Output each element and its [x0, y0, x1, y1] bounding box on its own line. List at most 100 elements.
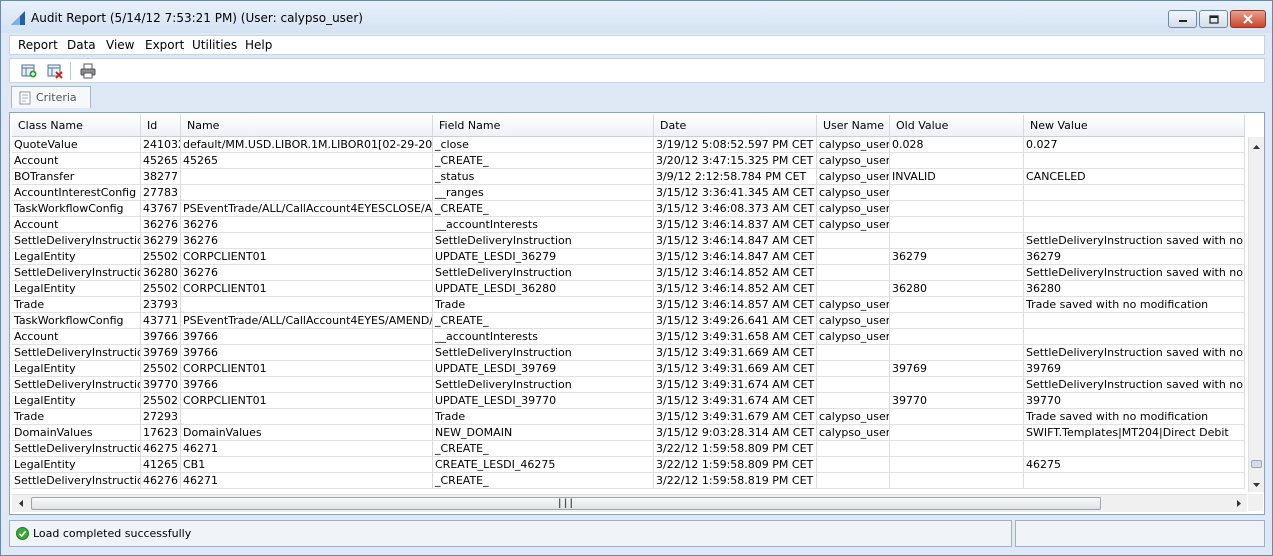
cell-name[interactable]: [181, 297, 433, 312]
cell-new-value[interactable]: 46275: [1024, 457, 1245, 472]
column-header-user-name[interactable]: User Name: [817, 115, 890, 136]
cell-user-name[interactable]: calypso_user: [817, 201, 890, 216]
cell-name[interactable]: 39766: [181, 345, 433, 360]
cell-class-name[interactable]: TaskWorkflowConfig: [12, 313, 141, 328]
cell-old-value[interactable]: [890, 217, 1024, 232]
cell-class-name[interactable]: Account: [12, 329, 141, 344]
table-row[interactable]: Trade 23793 Trade 3/15/12 3:46:14.857 AM CE…: [12, 297, 1245, 313]
cell-date[interactable]: 3/15/12 3:49:31.674 AM CET: [654, 377, 817, 392]
cell-class-name[interactable]: Trade: [12, 297, 141, 312]
table-row[interactable]: Account 45265 45265 _CREATE_ 3/20/12 3:47:15…: [12, 153, 1245, 169]
cell-date[interactable]: 3/15/12 3:36:41.345 AM CET: [654, 185, 817, 200]
cell-new-value[interactable]: [1024, 441, 1245, 456]
cell-user-name[interactable]: [817, 377, 890, 392]
cell-new-value[interactable]: [1024, 217, 1245, 232]
cell-id[interactable]: 25502: [141, 393, 181, 408]
cell-field-name[interactable]: _CREATE_: [433, 201, 654, 216]
cell-field-name[interactable]: UPDATE_LESDI_36280: [433, 281, 654, 296]
cell-field-name[interactable]: UPDATE_LESDI_36279: [433, 249, 654, 264]
table-row[interactable]: LegalEntity 41265 CB1 CREATE_LESDI_46275 3/2…: [12, 457, 1245, 473]
cell-name[interactable]: 45265: [181, 153, 433, 168]
cell-id[interactable]: 39770: [141, 377, 181, 392]
menu-utilities[interactable]: Utilities: [192, 38, 237, 52]
cell-id[interactable]: 36279: [141, 233, 181, 248]
table-row[interactable]: SettleDeliveryInstruction 46275 46271 _CREA…: [12, 441, 1245, 457]
cell-date[interactable]: 3/15/12 3:49:26.641 AM CET: [654, 313, 817, 328]
table-row[interactable]: TaskWorkflowConfig 43767 PSEventTrade/ALL/…: [12, 201, 1245, 217]
delete-column-button[interactable]: [46, 62, 64, 80]
cell-id[interactable]: 23793: [141, 297, 181, 312]
cell-field-name[interactable]: SettleDeliveryInstruction: [433, 233, 654, 248]
cell-old-value[interactable]: [890, 153, 1024, 168]
column-header-id[interactable]: Id: [141, 115, 181, 136]
table-row[interactable]: SettleDeliveryInstruction 36279 36276 Settl…: [12, 233, 1245, 249]
cell-class-name[interactable]: BOTransfer: [12, 169, 141, 184]
table-row[interactable]: SettleDeliveryInstruction 39770 39766 Settl…: [12, 377, 1245, 393]
cell-name[interactable]: 36276: [181, 265, 433, 280]
cell-id[interactable]: 17623: [141, 425, 181, 440]
table-row[interactable]: AccountInterestConfig 27783 __ranges 3/15/1…: [12, 185, 1245, 201]
cell-class-name[interactable]: LegalEntity: [12, 457, 141, 472]
cell-date[interactable]: 3/15/12 3:46:14.837 AM CET: [654, 217, 817, 232]
cell-field-name[interactable]: _close: [433, 137, 654, 152]
cell-name[interactable]: [181, 185, 433, 200]
cell-old-value[interactable]: [890, 409, 1024, 424]
cell-class-name[interactable]: SettleDeliveryInstruction: [12, 345, 141, 360]
cell-name[interactable]: CORPCLIENT01: [181, 281, 433, 296]
cell-old-value[interactable]: [890, 233, 1024, 248]
cell-name[interactable]: 36276: [181, 217, 433, 232]
cell-old-value[interactable]: INVALID: [890, 169, 1024, 184]
cell-user-name[interactable]: [817, 441, 890, 456]
cell-id[interactable]: 41265: [141, 457, 181, 472]
cell-old-value[interactable]: 39769: [890, 361, 1024, 376]
cell-name[interactable]: 46271: [181, 441, 433, 456]
cell-new-value[interactable]: SettleDeliveryInstruction saved with no …: [1024, 265, 1245, 280]
cell-id[interactable]: 46275: [141, 441, 181, 456]
cell-old-value[interactable]: [890, 185, 1024, 200]
cell-old-value[interactable]: [890, 297, 1024, 312]
cell-old-value[interactable]: [890, 265, 1024, 280]
minimize-button[interactable]: [1168, 10, 1197, 28]
cell-field-name[interactable]: __accountInterests: [433, 217, 654, 232]
cell-field-name[interactable]: SettleDeliveryInstruction: [433, 265, 654, 280]
cell-new-value[interactable]: [1024, 201, 1245, 216]
tab-criteria[interactable]: Criteria: [11, 86, 91, 108]
cell-field-name[interactable]: Trade: [433, 409, 654, 424]
cell-name[interactable]: 39766: [181, 329, 433, 344]
cell-field-name[interactable]: _CREATE_: [433, 441, 654, 456]
horizontal-scroll-thumb[interactable]: ┃┃┃: [31, 497, 1101, 510]
table-row[interactable]: QuoteValue 241032 default/MM.USD.LIBOR.1M.…: [12, 137, 1245, 153]
cell-id[interactable]: 25502: [141, 281, 181, 296]
cell-user-name[interactable]: [817, 345, 890, 360]
cell-name[interactable]: DomainValues: [181, 425, 433, 440]
cell-date[interactable]: 3/15/12 3:49:31.669 AM CET: [654, 345, 817, 360]
table-row[interactable]: LegalEntity 25502 CORPCLIENT01 UPDATE_LESDI…: [12, 361, 1245, 377]
cell-class-name[interactable]: SettleDeliveryInstruction: [12, 473, 141, 488]
cell-user-name[interactable]: [817, 361, 890, 376]
cell-id[interactable]: 39766: [141, 329, 181, 344]
cell-user-name[interactable]: calypso_user: [817, 153, 890, 168]
cell-field-name[interactable]: _CREATE_: [433, 313, 654, 328]
cell-date[interactable]: 3/15/12 3:46:08.373 AM CET: [654, 201, 817, 216]
cell-date[interactable]: 3/9/12 2:12:58.784 PM CET: [654, 169, 817, 184]
table-row[interactable]: SettleDeliveryInstruction 36280 36276 Settl…: [12, 265, 1245, 281]
cell-name[interactable]: PSEventTrade/ALL/CallAccount4EYES/AMEND/…: [181, 313, 433, 328]
cell-new-value[interactable]: 36280: [1024, 281, 1245, 296]
cell-user-name[interactable]: calypso_user: [817, 217, 890, 232]
cell-user-name[interactable]: [817, 473, 890, 488]
cell-new-value[interactable]: [1024, 329, 1245, 344]
print-button[interactable]: [79, 62, 97, 80]
cell-date[interactable]: 3/15/12 3:46:14.857 AM CET: [654, 297, 817, 312]
cell-date[interactable]: 3/15/12 3:49:31.669 AM CET: [654, 361, 817, 376]
cell-user-name[interactable]: [817, 281, 890, 296]
cell-id[interactable]: 46276: [141, 473, 181, 488]
cell-old-value[interactable]: 36279: [890, 249, 1024, 264]
menu-report[interactable]: Report: [18, 38, 58, 52]
scroll-right-button[interactable]: [1230, 495, 1247, 512]
cell-user-name[interactable]: calypso_user: [817, 185, 890, 200]
cell-class-name[interactable]: SettleDeliveryInstruction: [12, 441, 141, 456]
cell-name[interactable]: [181, 169, 433, 184]
menu-view[interactable]: View: [106, 38, 134, 52]
cell-date[interactable]: 3/15/12 3:49:31.658 AM CET: [654, 329, 817, 344]
column-header-date[interactable]: Date: [654, 115, 817, 136]
